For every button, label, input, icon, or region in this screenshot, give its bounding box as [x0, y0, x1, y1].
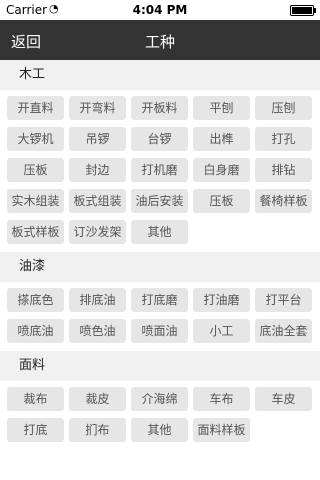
trade-option[interactable]: 板式组装: [69, 189, 126, 213]
trade-option[interactable]: 车皮: [255, 387, 312, 411]
nav-bar: 返回 工种: [0, 20, 320, 60]
status-bar: Carrier ◔ 4:04 PM: [0, 0, 320, 20]
page-title: 工种: [144, 33, 175, 51]
trade-option[interactable]: 打机磨: [131, 158, 188, 182]
trade-option[interactable]: 裁皮: [69, 387, 126, 411]
section-grid: 开直料 开弯料 开板料 平刨 压刨 大锣机 吊锣 台锣 出榫 打孔 压板 封边 打机磨 白身磨 排钻 实木组装…: [0, 90, 320, 252]
trade-option[interactable]: 其他: [131, 220, 188, 244]
trade-option[interactable]: 小工: [193, 319, 250, 343]
trade-option[interactable]: 实木组装: [7, 189, 64, 213]
trade-option[interactable]: 面料样板: [193, 418, 250, 442]
trade-option[interactable]: 打底: [7, 418, 64, 442]
trade-option[interactable]: 平刨: [193, 96, 250, 120]
trade-option[interactable]: 吊锣: [69, 127, 126, 151]
trade-option[interactable]: 打平台: [255, 288, 312, 312]
trade-option[interactable]: 喷面油: [131, 319, 188, 343]
trade-option[interactable]: 打油磨: [193, 288, 250, 312]
section-header: 面料: [0, 351, 320, 381]
section-header: 木工: [0, 60, 320, 90]
trade-option[interactable]: 压板: [193, 189, 250, 213]
trade-option[interactable]: 扪布: [69, 418, 126, 442]
trade-option[interactable]: 打底磨: [131, 288, 188, 312]
section-grid: 搽底色 排底油 打底磨 打油磨 打平台喷底油 喷色油 喷面油 小工 底油全套: [0, 282, 320, 351]
section-header: 油漆: [0, 252, 320, 282]
trade-option[interactable]: 介海绵: [131, 387, 188, 411]
section-grid: 裁布 裁皮 介海绵 车布 车皮打底 扪布 其他 面料样板: [0, 381, 320, 450]
trade-option[interactable]: 搽底色: [7, 288, 64, 312]
trade-option[interactable]: 其他: [131, 418, 188, 442]
trade-option[interactable]: 出榫: [193, 127, 250, 151]
trade-option[interactable]: 开板料: [131, 96, 188, 120]
trade-option[interactable]: 喷底油: [7, 319, 64, 343]
trade-option[interactable]: 打孔: [255, 127, 312, 151]
trade-option[interactable]: 订沙发架: [69, 220, 126, 244]
trade-option[interactable]: 压板: [7, 158, 64, 182]
trade-option[interactable]: 白身磨: [193, 158, 250, 182]
trade-list: 木工 开直料 开弯料 开板料 平刨 压刨 大锣机 吊锣 台锣 出榫 打孔 压板 封边 打机磨 白身磨 排钻 实木…: [0, 60, 320, 450]
trade-option[interactable]: 裁布: [7, 387, 64, 411]
trade-option[interactable]: 餐椅样板: [255, 189, 312, 213]
battery-icon: [290, 5, 316, 16]
trade-option[interactable]: 排底油: [69, 288, 126, 312]
status-time: 4:04 PM: [132, 3, 188, 17]
trade-option[interactable]: 大锣机: [7, 127, 64, 151]
trade-option[interactable]: 封边: [69, 158, 126, 182]
trade-option[interactable]: 压刨: [255, 96, 312, 120]
trade-option[interactable]: 排钻: [255, 158, 312, 182]
trade-option[interactable]: 台锣: [131, 127, 188, 151]
trade-option[interactable]: 底油全套: [255, 319, 312, 343]
trade-option[interactable]: 喷色油: [69, 319, 126, 343]
trade-option[interactable]: 板式样板: [7, 220, 64, 244]
trade-option[interactable]: 油后安装: [131, 189, 188, 213]
trade-option[interactable]: 开直料: [7, 96, 64, 120]
trade-option[interactable]: 车布: [193, 387, 250, 411]
trade-option[interactable]: 开弯料: [69, 96, 126, 120]
